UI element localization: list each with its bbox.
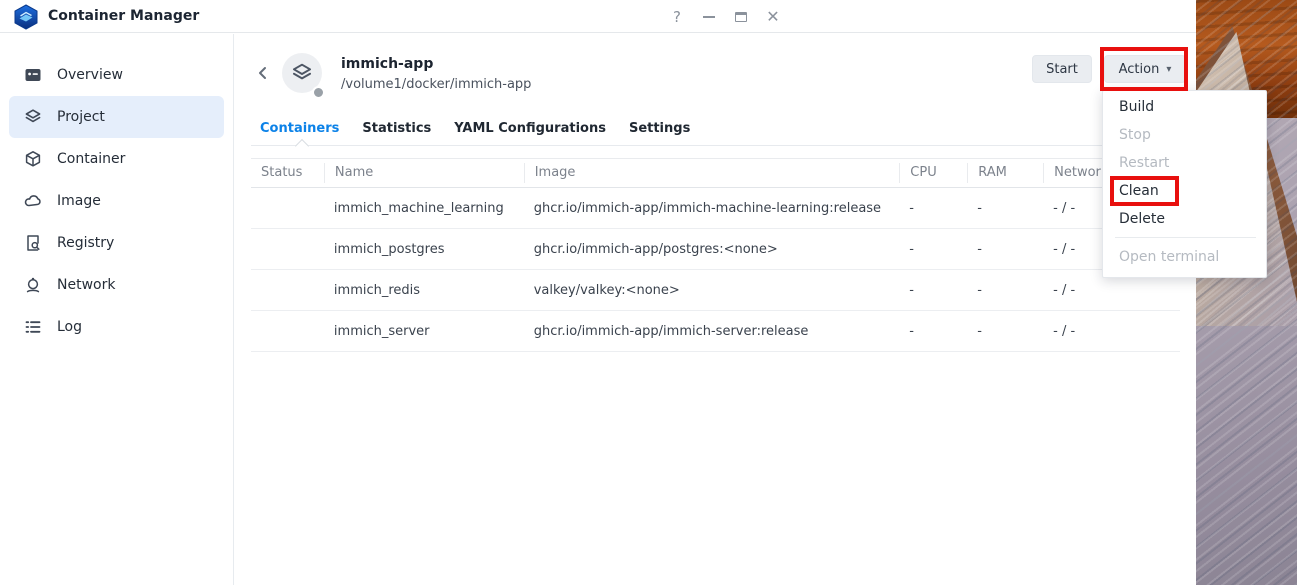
container-image: ghcr.io/immich-app/immich-machine-learni… — [524, 201, 900, 216]
container-name: immich_postgres — [324, 242, 524, 257]
menu-item-clean[interactable]: Clean — [1103, 177, 1266, 205]
chevron-down-icon: ▾ — [1166, 64, 1171, 75]
sidebar-item-label: Registry — [57, 235, 114, 251]
tab-yaml-configurations[interactable]: YAML Configurations — [454, 121, 606, 136]
action-button[interactable]: Action ▾ — [1104, 55, 1186, 83]
sidebar-item-log[interactable]: Log — [9, 306, 224, 348]
project-path: /volume1/docker/immich-app — [341, 77, 531, 92]
containers-table: Status Name Image CPU RAM Network immich… — [251, 158, 1180, 352]
sidebar-item-image[interactable]: Image — [9, 180, 224, 222]
column-header-name[interactable]: Name — [324, 163, 524, 183]
column-header-image[interactable]: Image — [524, 163, 900, 183]
table-header: Status Name Image CPU RAM Network — [251, 158, 1180, 188]
container-image: ghcr.io/immich-app/postgres:<none> — [524, 242, 900, 257]
project-name: immich-app — [341, 56, 433, 72]
sidebar-item-label: Network — [57, 277, 115, 293]
main-content: immich-app /volume1/docker/immich-app St… — [235, 33, 1196, 585]
menu-item-delete[interactable]: Delete — [1103, 205, 1266, 233]
minimize-icon[interactable] — [700, 8, 718, 26]
container-cpu: - — [899, 283, 967, 298]
container-name: immich_machine_learning — [324, 201, 524, 216]
sidebar-item-container[interactable]: Container — [9, 138, 224, 180]
back-icon[interactable] — [255, 65, 271, 81]
overview-icon — [24, 66, 42, 84]
container-name: immich_server — [324, 324, 524, 339]
container-cpu: - — [899, 324, 967, 339]
sidebar-item-label: Image — [57, 193, 101, 209]
menu-item-stop: Stop — [1103, 121, 1266, 149]
sidebar-item-label: Project — [57, 109, 105, 125]
project-layers-icon — [291, 62, 313, 84]
action-dropdown-menu: Build Stop Restart Clean Delete Open ter… — [1102, 90, 1267, 278]
table-row[interactable]: immich_redis valkey/valkey:<none> - - - … — [251, 270, 1180, 311]
menu-item-open-terminal: Open terminal — [1103, 243, 1266, 271]
desktop-wallpaper — [1196, 0, 1297, 585]
tab-bar: Containers Statistics YAML Configuration… — [251, 112, 1180, 146]
container-cpu: - — [899, 242, 967, 257]
table-row[interactable]: immich_server ghcr.io/immich-app/immich-… — [251, 311, 1180, 352]
sidebar-item-network[interactable]: Network — [9, 264, 224, 306]
log-icon — [24, 318, 42, 336]
sidebar-item-label: Log — [57, 319, 82, 335]
container-ram: - — [967, 242, 1043, 257]
sidebar-item-overview[interactable]: Overview — [9, 54, 224, 96]
column-header-status[interactable]: Status — [251, 163, 324, 183]
container-network: - / - — [1043, 324, 1180, 339]
tab-settings[interactable]: Settings — [629, 121, 690, 136]
help-icon[interactable]: ? — [668, 8, 686, 26]
container-manager-app-icon — [13, 4, 39, 30]
container-network: - / - — [1043, 283, 1180, 298]
project-status-dot — [312, 86, 325, 99]
menu-separator — [1115, 237, 1256, 238]
container-ram: - — [967, 324, 1043, 339]
active-tab-notch — [295, 139, 309, 153]
table-row[interactable]: immich_postgres ghcr.io/immich-app/postg… — [251, 229, 1180, 270]
sidebar-item-project[interactable]: Project — [9, 96, 224, 138]
container-cpu: - — [899, 201, 967, 216]
container-image: ghcr.io/immich-app/immich-server:release — [524, 324, 900, 339]
column-header-ram[interactable]: RAM — [967, 163, 1043, 183]
container-image: valkey/valkey:<none> — [524, 283, 900, 298]
sidebar: Overview Project Container Image — [0, 34, 234, 585]
start-button[interactable]: Start — [1032, 55, 1092, 83]
column-header-cpu[interactable]: CPU — [899, 163, 967, 183]
menu-item-build[interactable]: Build — [1103, 93, 1266, 121]
table-row[interactable]: immich_machine_learning ghcr.io/immich-a… — [251, 188, 1180, 229]
tab-statistics[interactable]: Statistics — [362, 121, 431, 136]
container-name: immich_redis — [324, 283, 524, 298]
app-title: Container Manager — [48, 0, 199, 33]
container-manager-window: Container Manager ? ✕ Overview Project — [0, 0, 1196, 585]
maximize-icon[interactable] — [732, 8, 750, 26]
tab-containers[interactable]: Containers — [260, 121, 339, 136]
sidebar-item-label: Overview — [57, 67, 123, 83]
project-icon — [24, 108, 42, 126]
close-icon[interactable]: ✕ — [764, 8, 782, 26]
container-icon — [24, 150, 42, 168]
sidebar-item-label: Container — [57, 151, 125, 167]
container-ram: - — [967, 201, 1043, 216]
titlebar: Container Manager ? ✕ — [0, 0, 1196, 33]
registry-icon — [24, 234, 42, 252]
menu-item-restart: Restart — [1103, 149, 1266, 177]
sidebar-item-registry[interactable]: Registry — [9, 222, 224, 264]
network-icon — [24, 276, 42, 294]
container-ram: - — [967, 283, 1043, 298]
image-icon — [24, 192, 42, 210]
